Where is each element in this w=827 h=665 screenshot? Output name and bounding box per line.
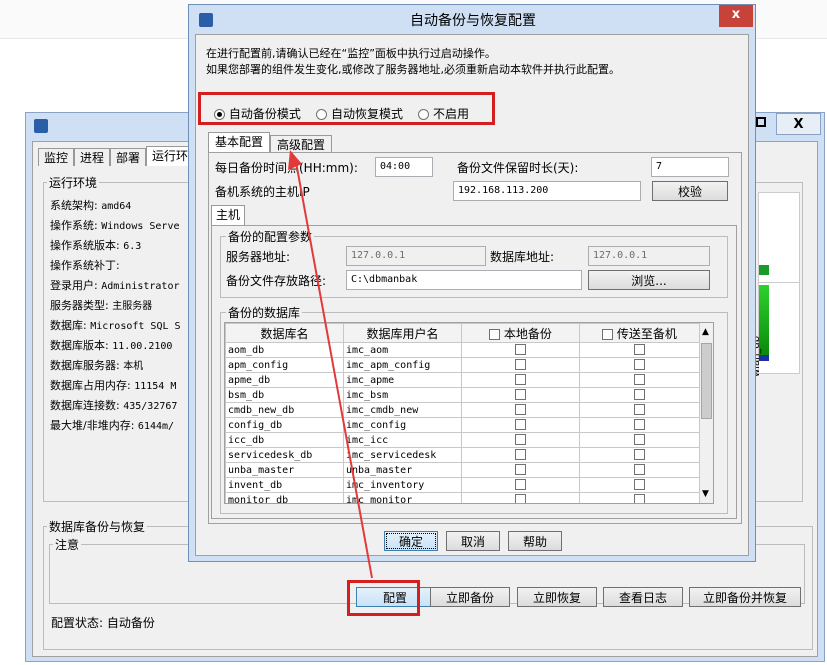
arrow-head-icon: [288, 150, 302, 170]
arrow-line: [295, 161, 373, 579]
annotation-arrow: [288, 150, 373, 579]
